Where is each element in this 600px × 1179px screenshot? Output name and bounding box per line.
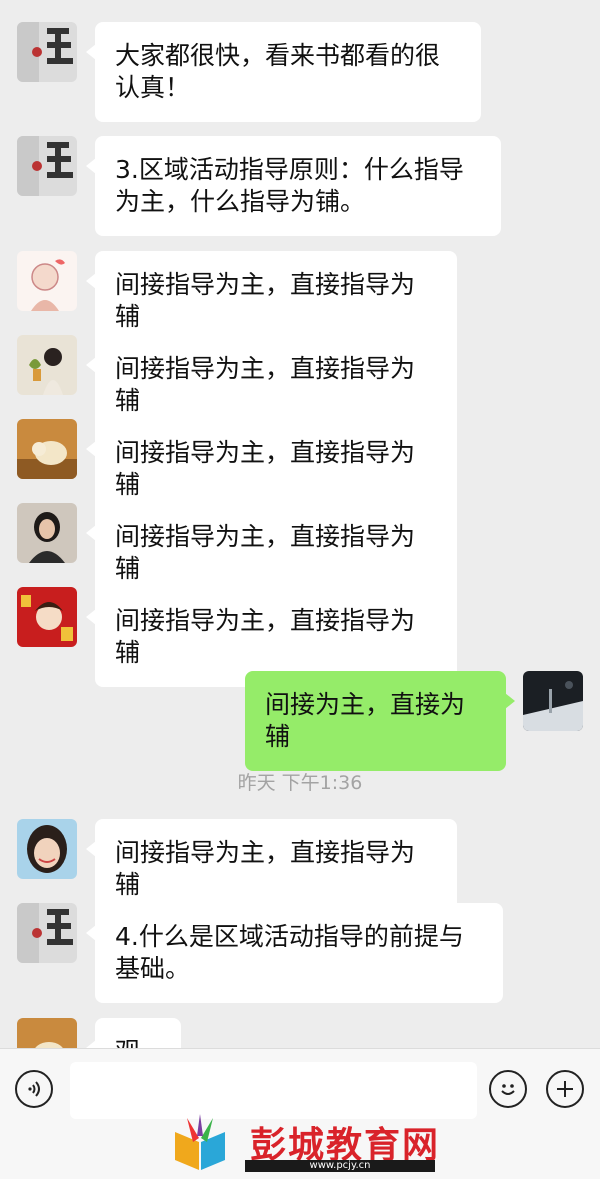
message-text: 间接为主，直接为辅 xyxy=(265,690,466,751)
message-text: 间接指导为主，直接指导为辅 xyxy=(115,438,416,499)
message-bubble[interactable]: 观察 xyxy=(86,1018,181,1048)
avatar-woman-photo-icon xyxy=(17,503,77,563)
avatar-mask-icon xyxy=(17,136,77,196)
avatar[interactable] xyxy=(17,587,77,647)
avatar[interactable] xyxy=(17,819,77,879)
plus-icon xyxy=(557,1081,573,1097)
watermark-logo: 彭城教育网 www.pcjy.cn xyxy=(165,1110,445,1176)
timestamp: 昨天 下午1:36 xyxy=(237,772,363,794)
chat-area[interactable]: 大家都很快，看来书都看的很认真！ 3.区域活动指导原则：什么指导为主，什么指导为… xyxy=(0,0,600,1048)
avatar[interactable] xyxy=(17,419,77,479)
message-text: 间接指导为主，直接指导为辅 xyxy=(115,606,416,667)
message-bubble-self[interactable]: 间接为主，直接为辅 xyxy=(245,671,515,771)
avatar[interactable] xyxy=(17,251,77,311)
book-logo-icon xyxy=(175,1114,225,1170)
avatar[interactable] xyxy=(17,335,77,395)
emoji-button[interactable] xyxy=(489,1070,527,1108)
voice-button[interactable] xyxy=(15,1070,53,1108)
voice-icon xyxy=(28,1081,40,1097)
watermark-url: www.pcjy.cn xyxy=(245,1160,435,1172)
message-text: 3.区域活动指导原则：什么指导为主，什么指导为铺。 xyxy=(115,155,464,216)
message-text: 间接指导为主，直接指导为辅 xyxy=(115,354,416,415)
avatar-red-cartoon-icon xyxy=(17,587,77,647)
avatar-snow-scene-icon xyxy=(523,671,583,731)
avatar-self[interactable] xyxy=(523,671,583,731)
avatar[interactable] xyxy=(17,503,77,563)
avatar-cartoon-girl-icon xyxy=(17,251,77,311)
avatar[interactable] xyxy=(17,903,77,963)
message-text: 4.什么是区域活动指导的前提与基础。 xyxy=(115,922,464,983)
message-text: 间接指导为主，直接指导为辅 xyxy=(115,270,416,331)
message-text: 观察 xyxy=(115,1037,140,1048)
message-text: 间接指导为主，直接指导为辅 xyxy=(115,522,416,583)
message-text: 间接指导为主，直接指导为辅 xyxy=(115,838,416,899)
avatar-dog-icon xyxy=(17,419,77,479)
avatar-girl-plant-icon xyxy=(17,335,77,395)
avatar-child-photo-icon xyxy=(17,819,77,879)
avatar-mask-icon xyxy=(17,22,77,82)
message-bubble[interactable]: 大家都很快，看来书都看的很认真！ xyxy=(86,22,481,122)
message-bubble[interactable]: 3.区域活动指导原则：什么指导为主，什么指导为铺。 xyxy=(86,136,501,236)
emoji-icon xyxy=(501,1084,515,1095)
avatar-mask-icon xyxy=(17,903,77,963)
message-bubble[interactable]: 4.什么是区域活动指导的前提与基础。 xyxy=(86,903,503,1003)
avatar-partial-icon xyxy=(17,1018,77,1048)
avatar[interactable] xyxy=(17,136,77,196)
avatar[interactable] xyxy=(17,22,77,82)
message-text: 大家都很快，看来书都看的很认真！ xyxy=(115,41,441,102)
plus-button[interactable] xyxy=(546,1070,584,1108)
avatar[interactable] xyxy=(17,1018,77,1048)
